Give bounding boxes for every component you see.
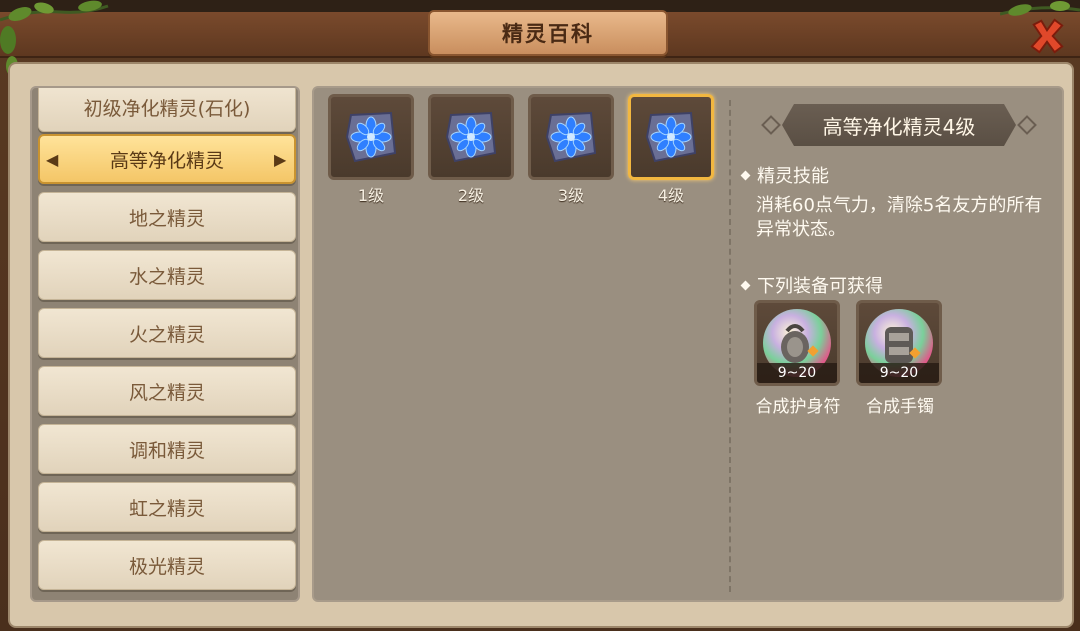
spirit-list-item[interactable]: 风之精灵 [38,366,296,416]
equipment-name: 合成护身符 [755,397,841,417]
level-slot-2[interactable]: 2级 [428,94,514,205]
blue-flower-stone-icon [645,111,697,163]
spirit-list-item-label: 风之精灵 [128,381,205,404]
detail-title: 高等净化精灵4级 [822,114,976,139]
detail-title-banner: 高等净化精灵4级 [761,104,1037,146]
level-label: 1级 [357,186,385,205]
spirit-list-item[interactable]: 虹之精灵 [38,482,296,532]
spirit-list-item-label: 虹之精灵 [128,497,205,520]
equipment-slot-frame: 9~20 [754,300,840,386]
skill-description: 消耗60点气力，清除5名友方的所有异常状态。 [756,195,1043,240]
equipment-section-heading: 下列装备可获得 [740,272,883,298]
skill-heading: 精灵技能 [757,166,829,187]
spirit-list-item[interactable]: 地之精灵 [38,192,296,242]
equipment-item-bracelet[interactable]: 9~20 合成手镯 [852,300,948,420]
level-slot-3[interactable]: 3级 [528,94,614,205]
level-label: 2级 [457,186,485,205]
spirit-list-item-label: 调和精灵 [128,439,205,462]
spirit-list-item-label: 高等净化精灵 [109,149,224,172]
chevron-right-icon: ▶ [274,150,287,169]
equipment-heading: 下列装备可获得 [757,276,883,297]
close-button[interactable] [1026,16,1068,56]
skill-section-heading: 精灵技能 [740,162,829,188]
equipment-name: 合成手镯 [866,397,934,417]
level-label: 4级 [657,186,685,205]
bullet-icon [740,280,751,290]
spirit-list-item[interactable]: 水之精灵 [38,250,296,300]
diamond-ornament-icon [1017,115,1037,135]
spirit-list[interactable]: 初级净化精灵(石化) ◀ 高等净化精灵 ▶ 地之精灵 水之精灵 火之精灵 风之精… [30,86,300,602]
close-icon [1030,18,1064,54]
equipment-level-range: 9~20 [859,363,939,383]
chevron-left-icon: ◀ [46,150,59,169]
spirit-list-item-label: 水之精灵 [128,265,205,288]
level-slot-frame [528,94,614,180]
blue-flower-stone-icon [545,111,597,163]
blue-flower-stone-icon [345,111,397,163]
spirit-list-item-active[interactable]: ◀ 高等净化精灵 ▶ [38,134,296,184]
level-slot-frame [428,94,514,180]
level-slot-frame [328,94,414,180]
equipment-item-amulet[interactable]: 9~20 合成护身符 [750,300,846,420]
level-label: 3级 [557,186,585,205]
diamond-ornament-icon [761,115,781,135]
bullet-icon [740,170,751,180]
divider [729,100,731,592]
level-slot-frame [628,94,714,180]
equipment-level-range: 9~20 [757,363,837,383]
spirit-list-item[interactable]: 初级净化精灵(石化) [38,88,296,132]
blue-flower-stone-icon [445,111,497,163]
spirit-list-item-label: 火之精灵 [128,323,205,346]
level-slot-4-selected[interactable]: 4级 [628,94,714,205]
detail-title-bg: 高等净化精灵4级 [782,104,1016,146]
spirit-list-item[interactable]: 调和精灵 [38,424,296,474]
title-plaque: 精灵百科 [428,10,668,56]
spirit-list-item[interactable]: 火之精灵 [38,308,296,358]
spirit-list-item-label: 初级净化精灵(石化) [83,97,251,120]
level-slot-1[interactable]: 1级 [328,94,414,205]
page-title: 精灵百科 [502,22,594,46]
spirit-list-item[interactable]: 极光精灵 [38,540,296,590]
spirit-list-item-label: 地之精灵 [128,207,205,230]
spirit-list-item-label: 极光精灵 [128,555,205,578]
equipment-slot-frame: 9~20 [856,300,942,386]
